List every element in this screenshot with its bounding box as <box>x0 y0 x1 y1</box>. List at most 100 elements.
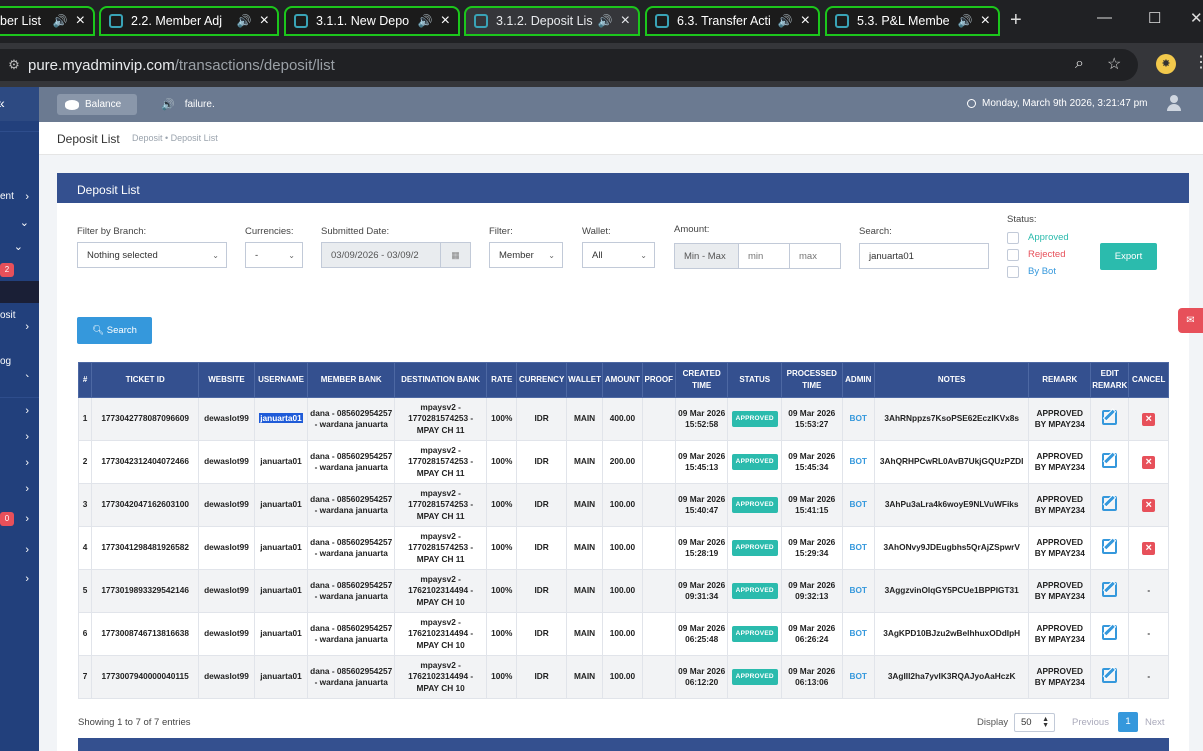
sidebar-item[interactable]: › <box>0 426 39 450</box>
cell-edit-remark <box>1090 440 1130 484</box>
next-page-button[interactable]: Next <box>1145 717 1165 728</box>
branch-select-value: Nothing selected <box>87 249 158 261</box>
breadcrumb-path[interactable]: Deposit • Deposit List <box>132 133 218 143</box>
sidebar-toggle[interactable]: « <box>0 87 39 121</box>
sidebar-item[interactable]: osit › <box>0 307 39 331</box>
cell-edit-remark <box>1090 655 1130 699</box>
browser-tab[interactable]: 2.2. Member Adj 🔊 × <box>99 6 279 36</box>
user-avatar-icon[interactable] <box>1167 95 1181 111</box>
edit-icon[interactable] <box>1102 624 1118 640</box>
cell-wallet: MAIN <box>565 612 604 656</box>
status-value: APPROVED <box>731 497 778 513</box>
balance-button[interactable]: Balance <box>57 94 137 115</box>
maximize-icon[interactable]: ☐ <box>1148 9 1161 27</box>
sidebar-item[interactable]: ent › <box>0 186 39 210</box>
close-tab-icon[interactable]: × <box>441 13 450 29</box>
table-body: 1 1773042778087096609 dewaslot99 januarta01… <box>77 397 1169 699</box>
chevron-right-icon: › <box>25 573 29 585</box>
currencies-select[interactable]: - ⌄ <box>245 242 303 268</box>
close-window-icon[interactable]: ✕ <box>1190 9 1203 27</box>
search-button[interactable]: 🔍︎ Search <box>77 317 152 344</box>
close-tab-icon[interactable]: × <box>801 13 810 29</box>
sidebar-item[interactable]: › <box>0 539 39 563</box>
cancel-icon[interactable]: × <box>1142 541 1156 555</box>
cell-website: dewaslot99 <box>198 526 255 570</box>
edit-icon[interactable] <box>1102 452 1118 468</box>
cell-wallet: MAIN <box>565 526 604 570</box>
bookmark-star-icon[interactable]: ☆ <box>1107 54 1121 74</box>
cell-no: 3 <box>77 483 93 527</box>
filter-select[interactable]: Member ⌄ <box>489 242 563 268</box>
column-header: CURRENCY <box>516 362 567 398</box>
cell-cancel: - <box>1128 655 1169 699</box>
currency-value: IDR <box>534 585 549 596</box>
sidebar-item[interactable]: ⌄ <box>0 211 39 235</box>
edit-icon[interactable] <box>1102 538 1118 554</box>
close-tab-icon[interactable]: × <box>260 13 269 29</box>
admin-value: BOT <box>849 671 867 682</box>
current-page-button[interactable]: 1 <box>1118 712 1138 732</box>
wallet-select[interactable]: All ⌄ <box>582 242 655 268</box>
search-input[interactable]: januarta01 <box>859 243 989 269</box>
tab-label: 6.3. Transfer Acti <box>677 14 771 28</box>
cell-no: 4 <box>77 526 93 570</box>
browser-tab[interactable]: 3.1.1. New Depo 🔊 × <box>284 6 460 36</box>
minimize-icon[interactable]: — <box>1097 9 1112 26</box>
url-path: /transactions/deposit/list <box>174 56 335 74</box>
amount-min-input[interactable] <box>738 243 790 269</box>
previous-page-button[interactable]: Previous <box>1072 717 1109 728</box>
browser-tab[interactable]: ber List 🔊 × <box>0 6 95 36</box>
header-datetime: Monday, March 9th 2026, 3:21:47 pm <box>967 98 1147 109</box>
clock-icon <box>967 99 976 108</box>
branch-select[interactable]: Nothing selected ⌄ <box>77 242 227 268</box>
sidebar-item[interactable]: › <box>0 508 39 532</box>
submitted-date-input[interactable]: 03/09/2026 - 03/09/2 ▦ <box>321 242 471 268</box>
browser-menu-icon[interactable]: ⋮ <box>1193 52 1203 72</box>
sidebar-item-label: osit <box>0 310 16 321</box>
sidebar-item[interactable]: › <box>0 568 39 592</box>
cell-ticket: 1773042047162603100 <box>91 483 200 527</box>
sidebar-item[interactable]: › <box>0 452 39 476</box>
zoom-icon[interactable]: ⌕ <box>1075 55 1084 73</box>
close-tab-icon[interactable]: × <box>621 13 630 29</box>
sidebar-item[interactable]: og › <box>0 353 39 377</box>
browser-tab[interactable]: 6.3. Transfer Acti 🔊 × <box>645 6 820 36</box>
member-bank-value: dana - 085602954257 - wardana januarta <box>310 536 393 559</box>
remark-value: APPROVED BY MPAY234 <box>1034 450 1085 473</box>
export-button[interactable]: Export <box>1100 243 1157 270</box>
page-size-select[interactable]: 50 ▲ ▼ <box>1014 713 1055 732</box>
sidebar-item[interactable]: › <box>0 478 39 502</box>
extension-icon[interactable]: ✸ <box>1156 54 1176 74</box>
cancel-icon[interactable]: × <box>1142 498 1156 512</box>
edit-icon[interactable] <box>1102 495 1118 511</box>
cancel-icon[interactable]: × <box>1142 412 1156 426</box>
remark-value: APPROVED BY MPAY234 <box>1034 665 1085 688</box>
new-tab-icon[interactable]: + <box>1010 10 1022 30</box>
by-bot-checkbox[interactable] <box>1007 266 1019 278</box>
website-value: dewaslot99 <box>204 585 249 596</box>
cell-processed: 09 Mar 2026 09:32:13 <box>780 569 843 613</box>
cell-status: APPROVED <box>727 397 782 441</box>
edit-icon[interactable] <box>1102 409 1118 425</box>
rejected-checkbox[interactable] <box>1007 249 1019 261</box>
column-header: ADMIN <box>841 362 875 398</box>
close-tab-icon[interactable]: × <box>981 13 990 29</box>
sidebar-item[interactable]: › <box>0 400 39 424</box>
close-tab-icon[interactable]: × <box>76 13 85 29</box>
url-input[interactable]: ⚙ pure.myadminvip.com/transactions/depos… <box>0 49 1138 81</box>
approved-checkbox[interactable] <box>1007 232 1019 244</box>
cell-member-bank: dana - 085602954257 - wardana januarta <box>307 655 396 699</box>
floating-action-icon[interactable]: ✉ <box>1178 308 1203 333</box>
cell-admin: BOT <box>841 440 875 484</box>
sidebar-item[interactable]: ⌄ <box>0 235 39 259</box>
browser-tab-active[interactable]: 3.1.2. Deposit Lis 🔊 × <box>464 6 640 36</box>
site-info-icon[interactable]: ⚙ <box>0 57 28 73</box>
edit-icon[interactable] <box>1102 581 1118 597</box>
cancel-icon[interactable]: × <box>1142 455 1156 469</box>
browser-tab[interactable]: 5.3. P&L Membe 🔊 × <box>825 6 1000 36</box>
calendar-icon[interactable]: ▦ <box>440 243 470 267</box>
cell-rate: 100% <box>486 440 518 484</box>
edit-icon[interactable] <box>1102 667 1118 683</box>
amount-max-input[interactable] <box>789 243 841 269</box>
column-header: # <box>77 362 93 398</box>
